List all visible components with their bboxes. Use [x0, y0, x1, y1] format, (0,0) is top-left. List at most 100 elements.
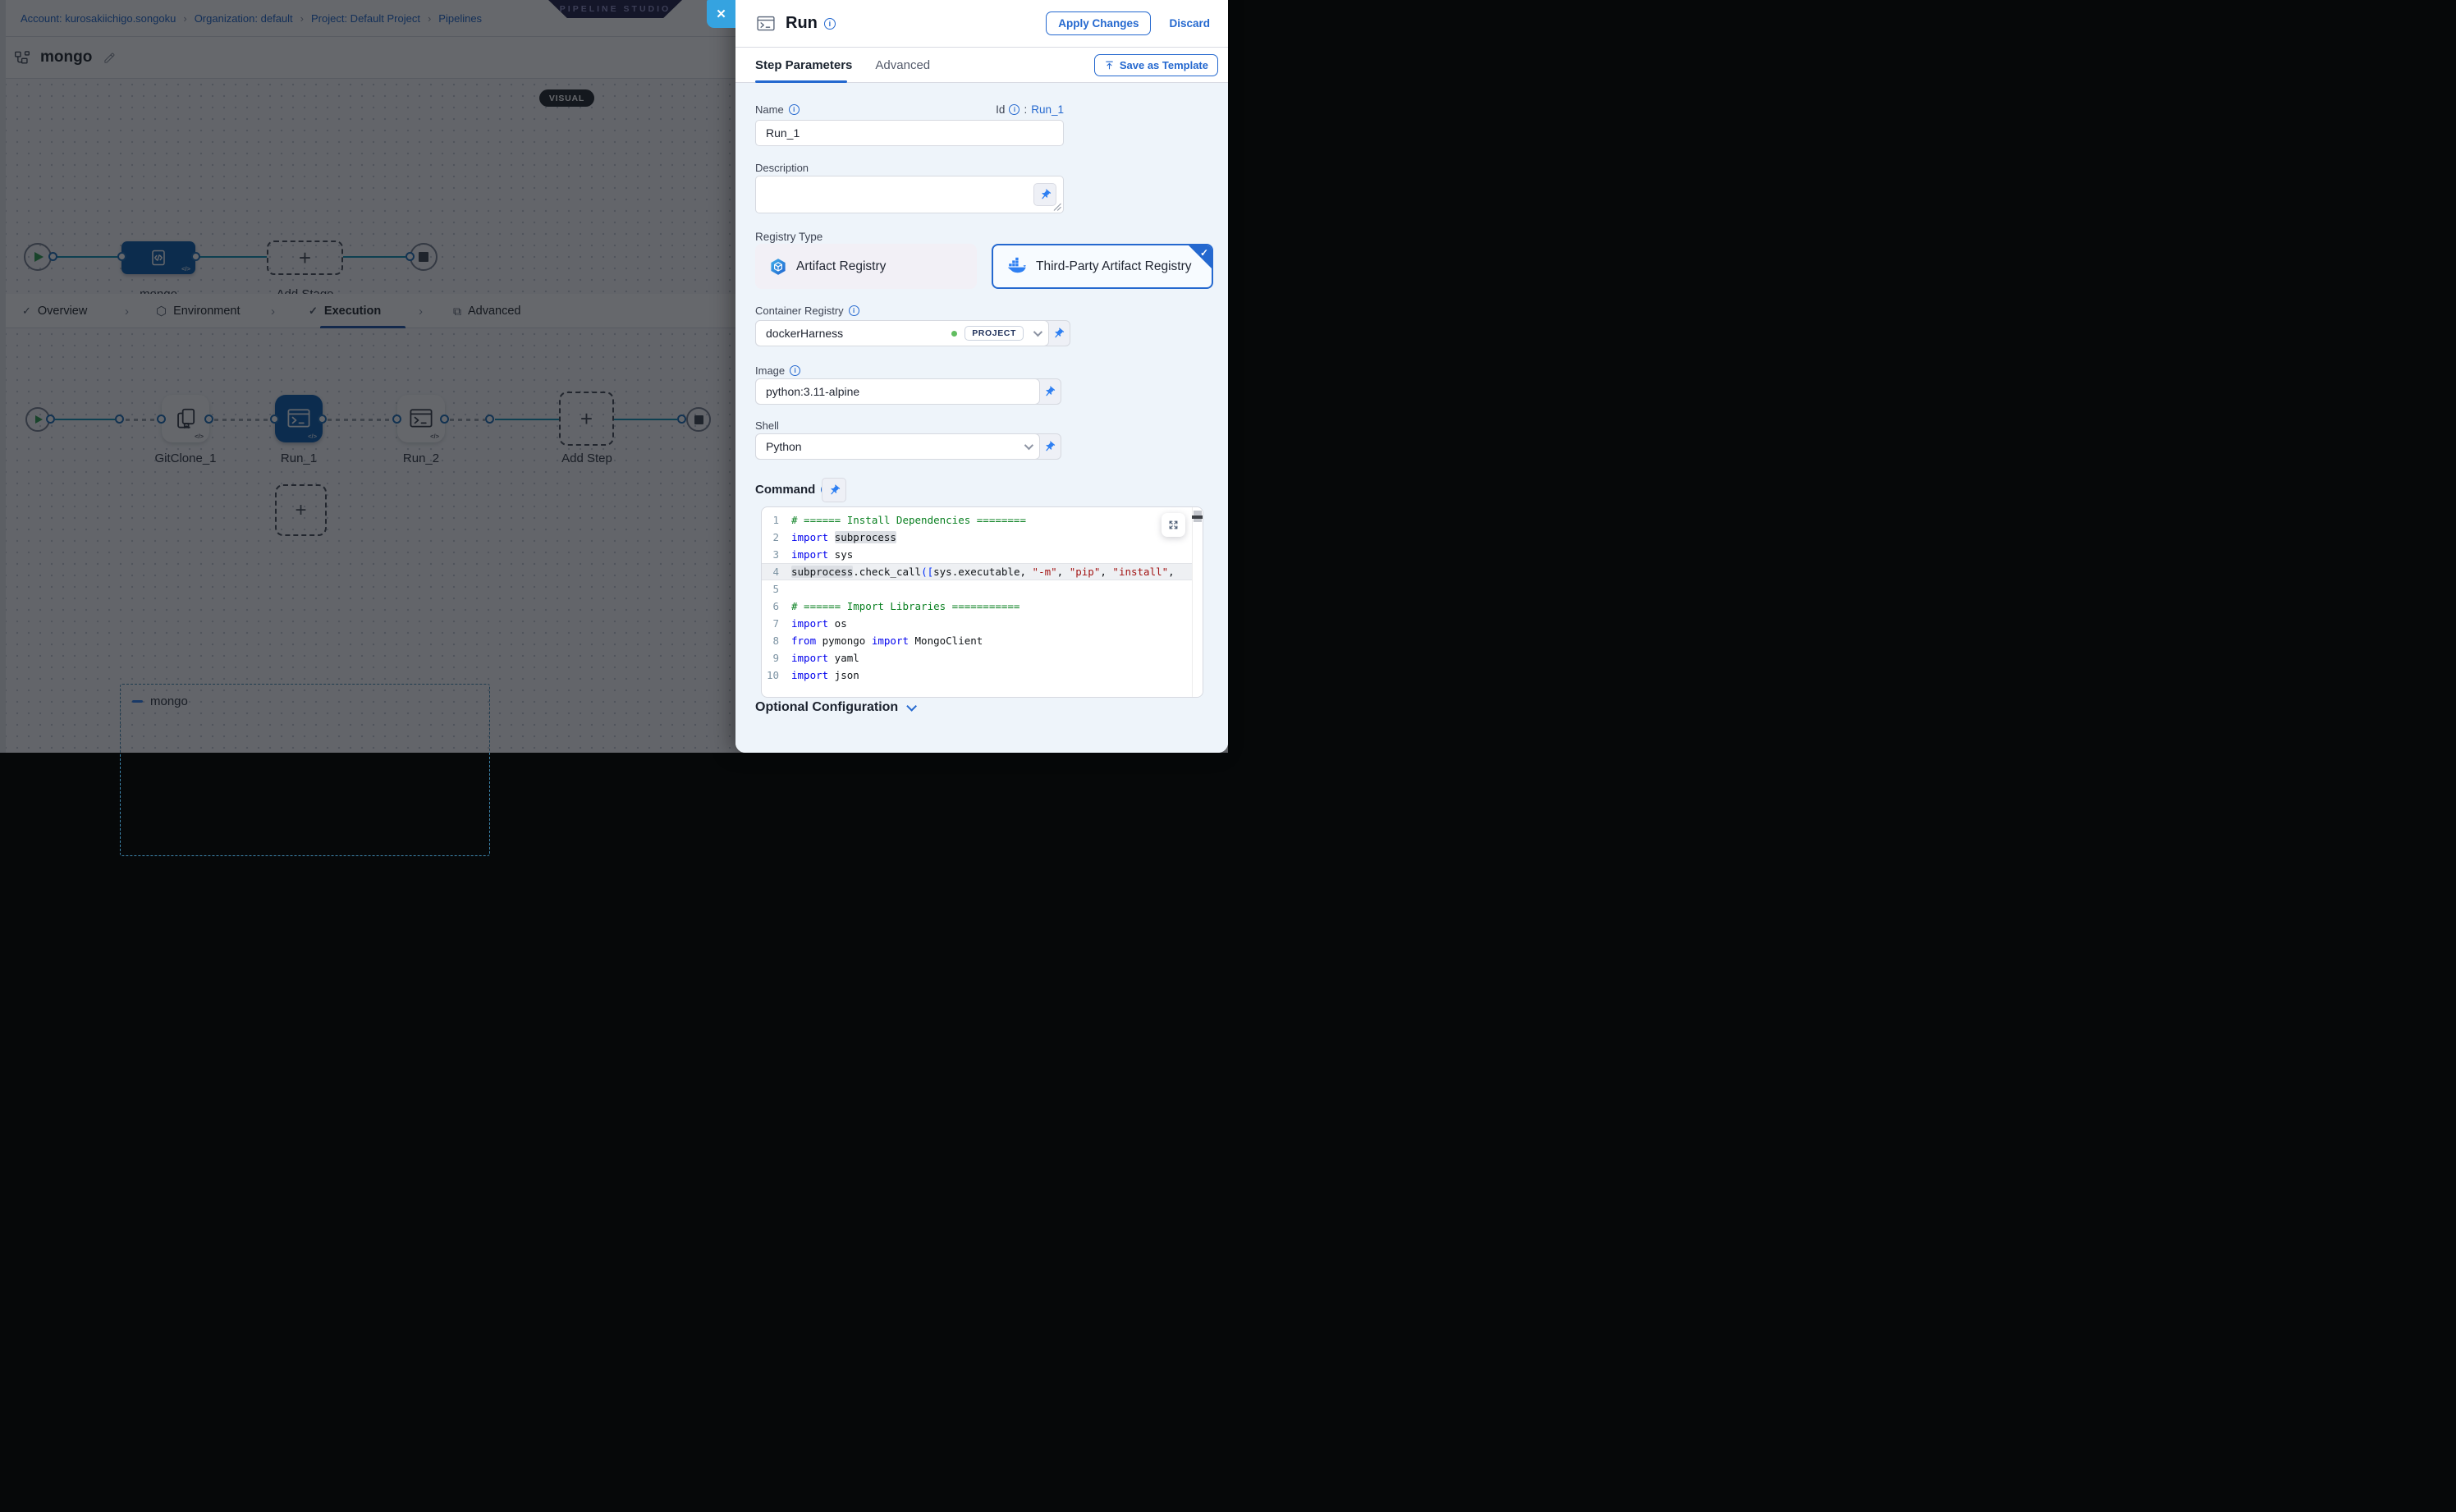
- pin-icon: [1043, 441, 1056, 453]
- tab-step-parameters[interactable]: Step Parameters: [755, 58, 852, 72]
- image-input[interactable]: python:3.11-alpine: [755, 378, 1040, 405]
- resize-handle[interactable]: [1053, 203, 1061, 211]
- image-value: python:3.11-alpine: [766, 385, 859, 398]
- command-label: Command: [755, 483, 815, 497]
- info-icon[interactable]: i: [790, 365, 800, 376]
- code-lines: 1# ====== Install Dependencies ========2…: [762, 511, 1203, 684]
- chevron-down-icon: [1024, 441, 1033, 450]
- drawer-tab-bar: Step Parameters Advanced Save as Templat…: [735, 48, 1228, 83]
- scope-badge: PROJECT: [965, 326, 1024, 341]
- code-line: 5: [762, 580, 1203, 598]
- pin-runtime-input-button[interactable]: [822, 478, 846, 502]
- overview-ruler-mark: [1192, 515, 1203, 519]
- drawer-title: Run: [786, 14, 818, 33]
- image-label-text: Image: [755, 364, 785, 377]
- chevron-down-icon: [906, 701, 917, 712]
- step-config-drawer: ✕ Run i Apply Changes Discard Step Param…: [735, 0, 1228, 753]
- code-text: # ====== Import Libraries ===========: [791, 598, 1203, 615]
- container-registry-select[interactable]: dockerHarness PROJECT: [755, 320, 1049, 346]
- pin-icon: [1039, 189, 1052, 201]
- registry-option-third-party[interactable]: Third-Party Artifact Registry ✓: [992, 244, 1213, 289]
- pin-runtime-input-button[interactable]: [1047, 321, 1070, 346]
- code-line: 7import os: [762, 615, 1203, 632]
- code-line: 8from pymongo import MongoClient: [762, 632, 1203, 649]
- code-text: # ====== Install Dependencies ========: [791, 511, 1203, 529]
- id-separator: :: [1024, 103, 1027, 116]
- editor-scrollbar[interactable]: [1192, 507, 1203, 697]
- pin-icon: [1043, 386, 1056, 398]
- shell-field: Python: [755, 433, 1061, 460]
- line-number: 7: [762, 615, 791, 632]
- code-text: import subprocess: [791, 529, 1203, 546]
- code-line: 2import subprocess: [762, 529, 1203, 546]
- image-label: Image i: [755, 364, 800, 377]
- connectivity-status-dot: [951, 331, 957, 337]
- container-registry-label: Container Registry i: [755, 305, 859, 317]
- line-number: 2: [762, 529, 791, 546]
- container-registry-field: dockerHarness PROJECT: [755, 320, 1070, 346]
- pin-runtime-input-button[interactable]: [1038, 434, 1061, 459]
- discard-button[interactable]: Discard: [1169, 17, 1210, 30]
- line-number: 3: [762, 546, 791, 563]
- description-textarea[interactable]: [755, 176, 1064, 213]
- selected-check-icon: ✓: [1200, 247, 1208, 259]
- code-text: import sys: [791, 546, 1203, 563]
- registry-type-label: Registry Type: [755, 231, 822, 243]
- name-input[interactable]: [755, 120, 1064, 146]
- info-icon[interactable]: i: [1009, 104, 1020, 115]
- registry-option-label: Third-Party Artifact Registry: [1036, 259, 1192, 274]
- app-root: Account: kurosakiichigo.songoku › Organi…: [0, 0, 1228, 756]
- info-icon[interactable]: i: [824, 18, 836, 30]
- shell-select[interactable]: Python: [755, 433, 1040, 460]
- code-text: subprocess.check_call([sys.executable, "…: [791, 563, 1203, 580]
- registry-option-label: Artifact Registry: [796, 259, 886, 274]
- line-number: 8: [762, 632, 791, 649]
- pin-icon: [1052, 328, 1065, 340]
- code-text: import yaml: [791, 649, 1203, 667]
- artifact-registry-icon: [769, 258, 787, 276]
- line-number: 10: [762, 667, 791, 684]
- code-line: 6# ====== Import Libraries ===========: [762, 598, 1203, 615]
- chevron-down-icon: [1033, 328, 1042, 337]
- code-text: from pymongo import MongoClient: [791, 632, 1203, 649]
- code-text: [791, 580, 1203, 598]
- id-value[interactable]: Run_1: [1031, 103, 1064, 116]
- shell-value: Python: [766, 440, 802, 453]
- drawer-header: Run i Apply Changes Discard: [735, 0, 1228, 48]
- code-text: import json: [791, 667, 1203, 684]
- tab-advanced[interactable]: Advanced: [875, 58, 930, 72]
- description-label: Description: [755, 162, 809, 174]
- optional-configuration-label: Optional Configuration: [755, 700, 898, 715]
- code-line: 10import json: [762, 667, 1203, 684]
- expand-editor-button[interactable]: [1162, 513, 1185, 537]
- code-text: import os: [791, 615, 1203, 632]
- line-number: 6: [762, 598, 791, 615]
- upload-icon: [1104, 60, 1115, 71]
- line-number: 9: [762, 649, 791, 667]
- pin-icon: [828, 484, 841, 497]
- step-id-row: Id i : Run_1: [755, 103, 1064, 116]
- code-line: 4subprocess.check_call([sys.executable, …: [762, 563, 1203, 580]
- line-number: 5: [762, 580, 791, 598]
- docker-whale-icon: [1007, 257, 1027, 277]
- run-step-icon: [755, 15, 777, 33]
- info-icon[interactable]: i: [849, 305, 859, 316]
- pin-runtime-input-button[interactable]: [1038, 379, 1061, 404]
- apply-changes-button[interactable]: Apply Changes: [1046, 11, 1151, 35]
- registry-option-artifact-registry[interactable]: Artifact Registry: [755, 244, 977, 289]
- shell-label: Shell: [755, 419, 779, 432]
- container-registry-value: dockerHarness: [766, 327, 843, 340]
- command-label-row: Command i: [755, 483, 832, 497]
- line-number: 1: [762, 511, 791, 529]
- close-drawer-button[interactable]: ✕: [707, 0, 735, 28]
- line-number: 4: [762, 563, 791, 580]
- optional-configuration-toggle[interactable]: Optional Configuration: [755, 700, 914, 715]
- expand-icon: [1168, 520, 1179, 530]
- container-registry-label-text: Container Registry: [755, 305, 844, 317]
- code-line: 1# ====== Install Dependencies ========: [762, 511, 1203, 529]
- code-line: 9import yaml: [762, 649, 1203, 667]
- command-code-editor[interactable]: 1# ====== Install Dependencies ========2…: [761, 506, 1203, 698]
- image-field: python:3.11-alpine: [755, 378, 1061, 405]
- save-as-template-button[interactable]: Save as Template: [1094, 54, 1218, 76]
- code-line: 3import sys: [762, 546, 1203, 563]
